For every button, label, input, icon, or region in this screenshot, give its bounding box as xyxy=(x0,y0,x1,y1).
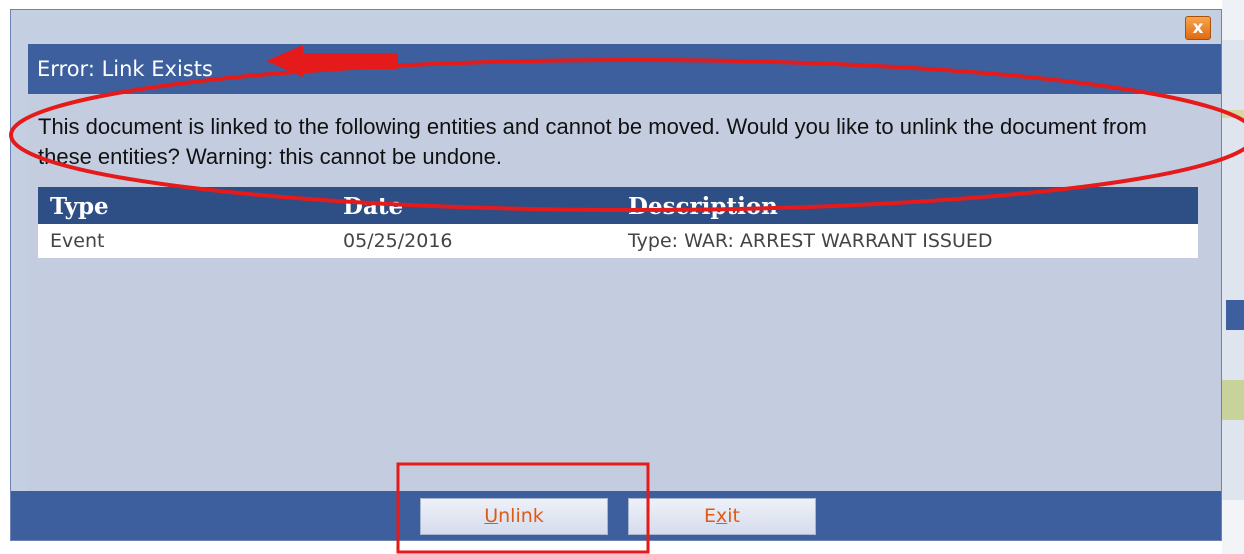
linked-entities-table: Type Date Description Event 05/25/2016 T… xyxy=(38,187,1198,258)
error-message: This document is linked to the following… xyxy=(38,114,1147,169)
background-strip xyxy=(1222,380,1244,420)
table-row[interactable]: Event 05/25/2016 Type: WAR: ARREST WARRA… xyxy=(38,224,1198,258)
background-strip xyxy=(1222,0,1244,40)
column-header-date[interactable]: Date xyxy=(331,193,616,224)
background-strip xyxy=(1222,110,1244,118)
exit-label-pre: E xyxy=(704,505,717,527)
column-header-description[interactable]: Description xyxy=(616,193,1198,224)
cell-type: Event xyxy=(50,230,105,252)
background-strip xyxy=(1226,300,1244,330)
unlink-accesskey: U xyxy=(484,505,499,527)
background-strip xyxy=(1222,500,1244,554)
dialog-title-bar[interactable]: Error: Link Exists xyxy=(28,44,1221,94)
unlink-label-rest: nlink xyxy=(498,505,544,527)
cell-date: 05/25/2016 xyxy=(343,230,453,252)
unlink-button[interactable]: Unlink xyxy=(420,498,608,535)
exit-accesskey: x xyxy=(716,505,728,527)
error-dialog: Error: Link Exists x This document is li… xyxy=(10,9,1222,541)
dialog-content: This document is linked to the following… xyxy=(28,94,1221,491)
table-header: Type Date Description xyxy=(38,187,1198,224)
exit-label-rest: it xyxy=(727,505,740,527)
exit-button[interactable]: Exit xyxy=(628,498,816,535)
dialog-title: Error: Link Exists xyxy=(37,57,213,81)
dialog-frame xyxy=(11,10,1221,44)
dialog-button-bar: Unlink Exit xyxy=(11,491,1221,540)
close-icon[interactable]: x xyxy=(1185,16,1211,40)
background-window-edge xyxy=(1222,0,1244,554)
column-header-type[interactable]: Type xyxy=(38,193,331,224)
cell-description: Type: WAR: ARREST WARRANT ISSUED xyxy=(628,230,993,252)
